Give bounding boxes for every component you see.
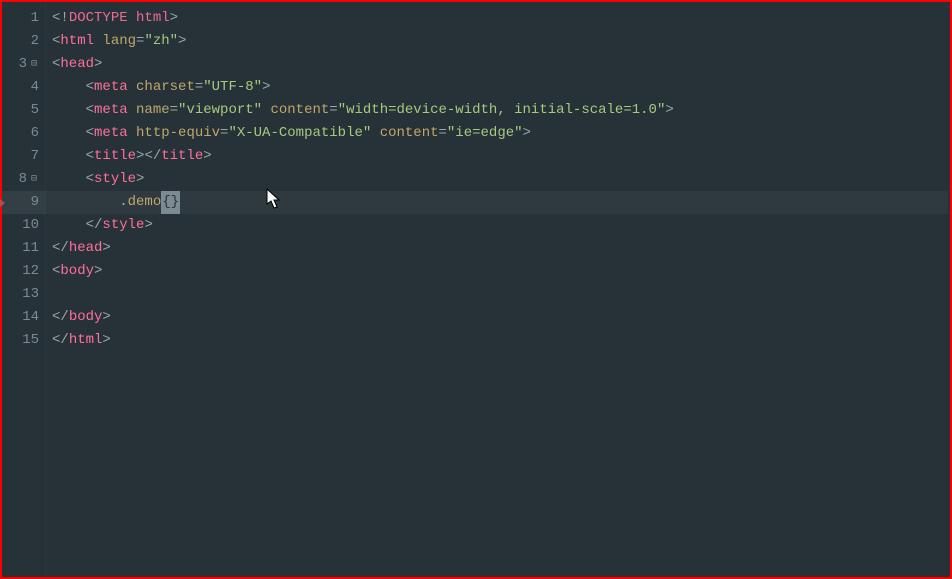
code-line[interactable]: <head>	[46, 53, 950, 76]
code-area[interactable]: <!DOCTYPE html> <html lang="zh"> <head> …	[46, 2, 950, 577]
line-number: 1	[31, 10, 39, 26]
line-number: 3	[19, 56, 27, 72]
code-line[interactable]: <meta http-equiv="X-UA-Compatible" conte…	[46, 122, 950, 145]
code-editor[interactable]: 1 2 3⊟ 4 5 6 7 8⊟ 9 10 11 12 13 14 15 <!…	[2, 2, 950, 577]
code-line[interactable]: <meta charset="UTF-8">	[46, 76, 950, 99]
code-line[interactable]: <html lang="zh">	[46, 30, 950, 53]
fold-toggle-icon[interactable]: ⊟	[29, 168, 39, 191]
line-number: 6	[31, 125, 39, 141]
code-line[interactable]: <!DOCTYPE html>	[46, 7, 950, 30]
code-line[interactable]: <style>	[46, 168, 950, 191]
text-cursor: {}	[161, 191, 180, 214]
line-number: 4	[31, 79, 39, 95]
line-number: 13	[22, 286, 39, 302]
code-line[interactable]: </html>	[46, 329, 950, 352]
line-number: 5	[31, 102, 39, 118]
gutter[interactable]: 1 2 3⊟ 4 5 6 7 8⊟ 9 10 11 12 13 14 15	[2, 2, 46, 577]
code-line[interactable]: </head>	[46, 237, 950, 260]
line-number: 7	[31, 148, 39, 164]
line-number: 11	[22, 240, 39, 256]
fold-toggle-icon[interactable]: ⊟	[29, 53, 39, 76]
code-line[interactable]: </style>	[46, 214, 950, 237]
code-line[interactable]: <title></title>	[46, 145, 950, 168]
line-number: 2	[31, 33, 39, 49]
code-line[interactable]: </body>	[46, 306, 950, 329]
line-number: 14	[22, 309, 39, 325]
line-number: 9	[31, 194, 39, 210]
line-number: 15	[22, 332, 39, 348]
line-number: 12	[22, 263, 39, 279]
code-line[interactable]	[46, 283, 950, 306]
code-line[interactable]: <meta name="viewport" content="width=dev…	[46, 99, 950, 122]
line-number: 10	[22, 217, 39, 233]
code-line[interactable]: .demo{}	[46, 191, 950, 214]
line-number: 8	[19, 171, 27, 187]
code-line[interactable]: <body>	[46, 260, 950, 283]
